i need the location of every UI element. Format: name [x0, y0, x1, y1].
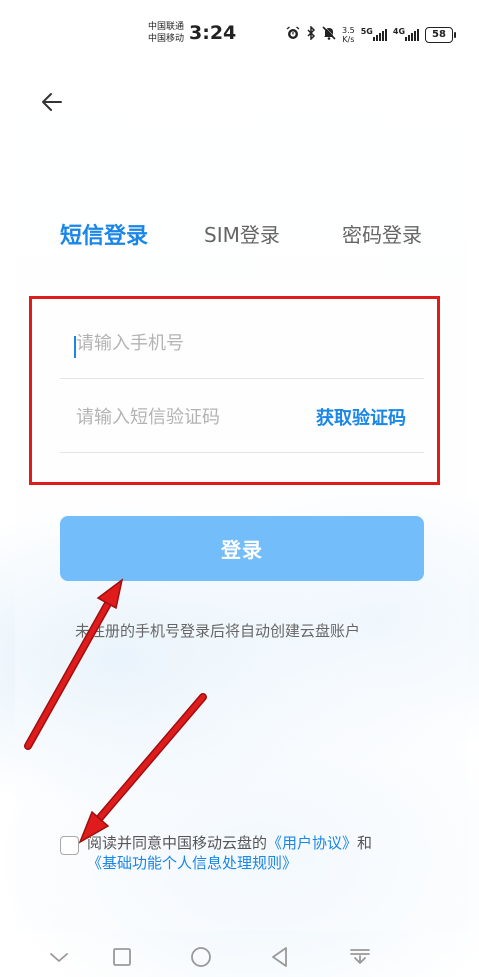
user-agreement-link[interactable]: 《用户协议》 [267, 834, 357, 852]
home-icon[interactable] [189, 945, 213, 969]
signal-2-bars [405, 29, 420, 41]
signal-1-label: 5G [360, 27, 373, 36]
agreement-checkbox[interactable] [60, 836, 79, 855]
collapse-chevron-icon[interactable] [47, 945, 71, 969]
status-icons: 3.5 K/s 5G 4G 58 [286, 24, 457, 46]
bluetooth-icon [306, 25, 316, 44]
signal-4g-icon: 4G [392, 27, 420, 41]
agreement-text: 阅读并同意中国移动云盘的《用户协议》和 [87, 832, 372, 853]
annotation-frame [29, 296, 440, 485]
carrier-1: 中国联通 [148, 22, 185, 32]
tab-sms-login[interactable]: 短信登录 [60, 218, 148, 250]
login-button-label: 登录 [221, 538, 263, 562]
register-hint: 未注册的手机号登录后将自动创建云盘账户 [75, 622, 361, 640]
status-time: 3:24 [189, 22, 237, 44]
notification-pull-icon[interactable] [348, 945, 372, 969]
network-speed-unit: K/s [342, 35, 355, 44]
battery-icon: 58 [425, 27, 457, 43]
alarm-icon [286, 26, 300, 44]
arrow-left-icon [42, 93, 62, 111]
status-bar: 中国联通 中国移动 3:24 3.5 K/s 5G 4G 58 [0, 0, 479, 62]
recent-apps-icon[interactable] [110, 945, 134, 969]
carrier-names: 中国联通 中国移动 [148, 21, 184, 45]
agreement-and: 和 [357, 834, 373, 852]
tab-sim-login[interactable]: SIM登录 [204, 219, 280, 248]
network-speed-value: 3.5 [342, 26, 355, 35]
back-triangle-icon[interactable] [268, 945, 292, 969]
agreement-prefix: 阅读并同意中国移动云盘的 [87, 834, 268, 852]
back-button[interactable] [38, 88, 66, 116]
login-button[interactable]: 登录 [60, 516, 424, 581]
tab-password-login[interactable]: 密码登录 [342, 219, 422, 248]
signal-1-bars [372, 29, 387, 41]
system-nav-bar [0, 935, 479, 977]
signal-2-label: 4G [392, 27, 406, 36]
network-speed: 3.5 K/s [342, 26, 355, 44]
mute-bell-icon [322, 25, 337, 44]
signal-5g-icon: 5G [360, 27, 387, 41]
carrier-2: 中国移动 [148, 34, 185, 44]
battery-level: 58 [432, 29, 446, 40]
privacy-rules-link[interactable]: 《基础功能个人信息处理规则》 [87, 852, 297, 873]
